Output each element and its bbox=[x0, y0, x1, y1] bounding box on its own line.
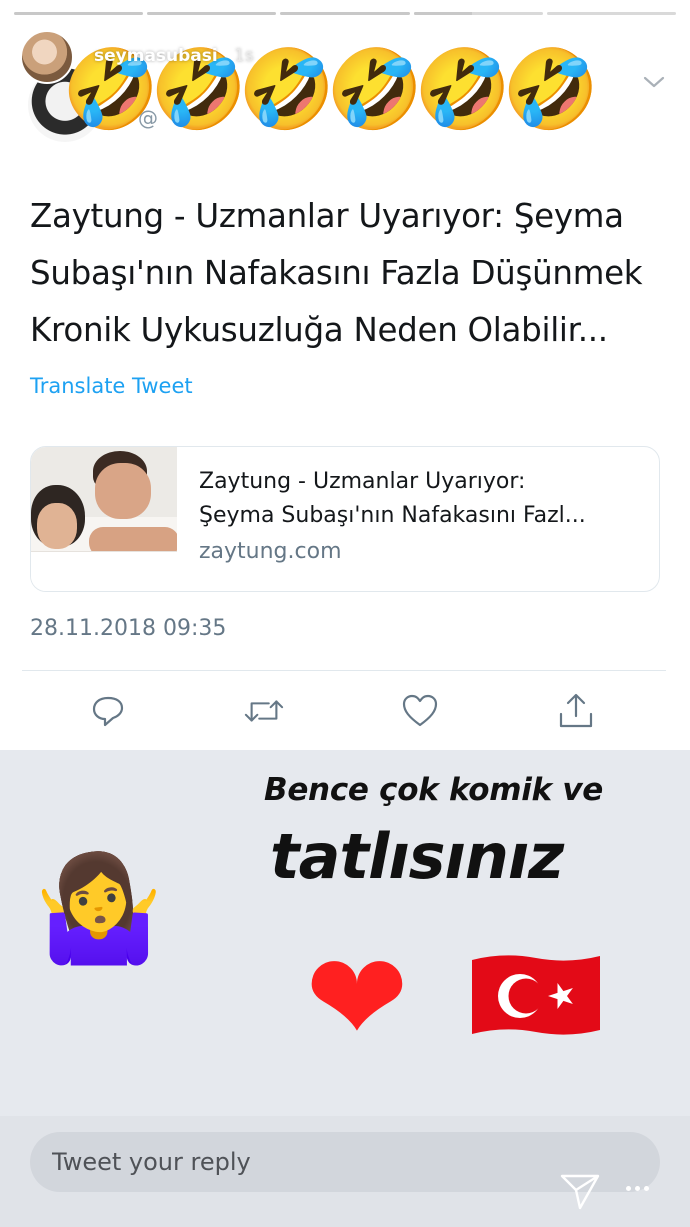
heart-outline-icon bbox=[402, 694, 438, 727]
link-card-title: Zaytung - Uzmanlar Uyarıyor: Şeyma Subaş… bbox=[199, 465, 649, 533]
story-caption-line1: Bence çok komik ve bbox=[264, 772, 603, 808]
like-button[interactable] bbox=[400, 688, 440, 734]
share-icon bbox=[559, 693, 593, 728]
progress-segment bbox=[280, 12, 410, 15]
more-options-button[interactable] bbox=[626, 1180, 656, 1196]
progress-fill bbox=[413, 12, 472, 15]
reply-button[interactable] bbox=[88, 688, 128, 734]
story-overlay: Bence çok komik ve tatlısınız 🤷‍♀️ ❤ bbox=[0, 750, 690, 1116]
story-time: 1s bbox=[234, 46, 254, 66]
progress-segment bbox=[546, 12, 677, 15]
progress-segment bbox=[14, 12, 144, 15]
retweet-icon bbox=[244, 700, 284, 722]
more-dot-icon bbox=[626, 1185, 631, 1191]
link-card-title-line: Şeyma Subaşı'nın Nafakasını Fazl... bbox=[199, 503, 586, 528]
progress-fill bbox=[147, 12, 277, 15]
close-icon bbox=[641, 41, 671, 71]
story-progress bbox=[14, 12, 677, 16]
share-button[interactable] bbox=[556, 688, 596, 734]
tweet-timestamp: 28.11.2018 09:35 bbox=[30, 616, 227, 641]
link-preview-card[interactable]: Zaytung - Uzmanlar Uyarıyor: Şeyma Subaş… bbox=[30, 446, 660, 592]
translate-tweet-link[interactable]: Translate Tweet bbox=[30, 374, 193, 398]
more-dot-icon bbox=[644, 1185, 649, 1191]
progress-segment bbox=[413, 12, 543, 15]
tweet-actions bbox=[0, 688, 690, 734]
tweet-text-line: Zaytung - Uzmanlar Uyarıyor: Şeyma bbox=[30, 197, 624, 235]
turkey-flag-emoji bbox=[470, 952, 602, 1040]
retweet-button[interactable] bbox=[244, 688, 284, 734]
reply-bar bbox=[0, 1116, 690, 1227]
divider bbox=[22, 670, 666, 671]
more-dot-icon bbox=[635, 1185, 640, 1191]
story-header: seymasubasi 1s bbox=[20, 30, 674, 88]
card-image-sheet bbox=[31, 551, 177, 591]
paper-plane-icon bbox=[560, 1174, 600, 1210]
card-image-woman-face bbox=[37, 503, 77, 549]
story-username[interactable]: seymasubasi bbox=[94, 46, 218, 66]
story-caption-line2: tatlısınız bbox=[270, 820, 564, 893]
tweet-text: Zaytung - Uzmanlar Uyarıyor: Şeyma Subaş… bbox=[30, 188, 670, 359]
progress-fill bbox=[14, 12, 144, 15]
reply-icon bbox=[92, 696, 124, 727]
shrug-emoji: 🤷‍♀️ bbox=[34, 847, 164, 969]
close-button[interactable] bbox=[638, 38, 674, 74]
send-button[interactable] bbox=[558, 1168, 602, 1212]
progress-segment bbox=[147, 12, 277, 15]
progress-fill bbox=[280, 12, 410, 15]
story-avatar[interactable] bbox=[20, 30, 74, 84]
tweet-text-line: Subaşı'nın Nafakasını Fazla Düşünmek bbox=[30, 254, 643, 292]
tweet-text-line: Kronik Uykusuzluğa Neden Olabilir... bbox=[30, 311, 608, 349]
link-card-domain: zaytung.com bbox=[199, 539, 342, 564]
card-image-man-face bbox=[95, 463, 151, 519]
options-chevron-button[interactable] bbox=[642, 74, 666, 90]
chevron-down-icon bbox=[643, 76, 665, 88]
link-card-title-line: Zaytung - Uzmanlar Uyarıyor: bbox=[199, 469, 526, 494]
red-heart-emoji: ❤ bbox=[305, 927, 409, 1071]
link-card-image bbox=[31, 447, 177, 591]
